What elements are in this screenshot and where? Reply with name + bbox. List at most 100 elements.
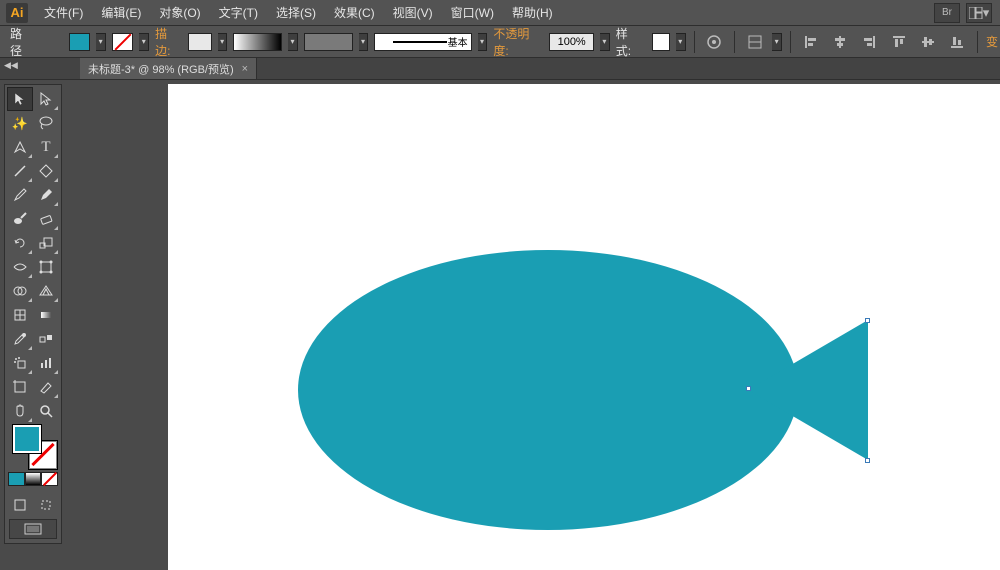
type-tool[interactable]: T [33,135,59,159]
panel-collapse-icon[interactable]: ◀◀ [4,60,18,71]
control-bar: 路径 ▾ ▾ 描边: ▾ ▾ ▾ 基本 ▾ 不透明度: 100%▾ 样式: ▾ … [0,26,1000,58]
path-anchor[interactable] [746,386,751,391]
column-graph-tool[interactable] [33,351,59,375]
transform-label[interactable]: 变 [986,33,1000,50]
scale-tool[interactable] [33,231,59,255]
align-right-icon[interactable] [858,31,881,53]
align-left-icon[interactable] [799,31,822,53]
graphic-style-swatch[interactable] [652,33,670,51]
selection-tool[interactable] [7,87,33,111]
blend-tool[interactable] [33,327,59,351]
gradient-tool[interactable] [33,303,59,327]
stroke-style[interactable] [304,33,353,51]
rotate-tool[interactable] [7,231,33,255]
color-mode-gradient[interactable] [25,472,42,486]
grid-icon [969,7,983,19]
symbol-sprayer-tool[interactable] [7,351,33,375]
menu-type[interactable]: 文字(T) [211,1,266,24]
menu-help[interactable]: 帮助(H) [504,1,561,24]
blob-brush-tool[interactable] [7,207,33,231]
align-bottom-icon[interactable] [946,31,969,53]
path-anchor[interactable] [865,458,870,463]
artboard-tool[interactable] [7,375,33,399]
stroke-swatch[interactable] [112,33,133,51]
stroke-profile-dropdown[interactable]: ▾ [288,33,298,51]
arrange-docs-button[interactable]: ▾ [966,3,992,23]
style-dropdown[interactable]: ▾ [676,33,686,51]
path-anchor[interactable] [865,318,870,323]
color-mode-row [7,471,59,487]
screen-mode-button[interactable] [9,519,57,539]
artboard[interactable] [168,84,1000,570]
align-top-icon[interactable] [887,31,910,53]
menu-bar: Ai 文件(F) 编辑(E) 对象(O) 文字(T) 选择(S) 效果(C) 视… [0,0,1000,26]
zoom-tool[interactable] [33,399,59,423]
menu-object[interactable]: 对象(O) [151,1,208,24]
menu-window[interactable]: 窗口(W) [443,1,502,24]
menu-effect[interactable]: 效果(C) [326,1,383,24]
brush-definition[interactable]: 基本 [374,33,471,51]
stroke-dropdown[interactable]: ▾ [139,33,149,51]
mesh-tool[interactable] [7,303,33,327]
pencil-tool[interactable] [33,183,59,207]
paintbrush-tool[interactable] [7,183,33,207]
opacity-dropdown[interactable]: ▾ [600,33,610,51]
brush-line-icon [393,41,453,43]
align-hcenter-icon[interactable] [828,31,851,53]
separator [977,31,978,53]
document-tab-title: 未标题-3* @ 98% (RGB/预览) [88,61,234,77]
rectangle-tool[interactable] [33,159,59,183]
stroke-label[interactable]: 描边: [155,25,182,59]
opacity-input[interactable]: 100% [549,33,594,51]
app-logo: Ai [6,3,28,23]
stroke-profile[interactable] [233,33,282,51]
shape-builder-tool[interactable] [7,279,33,303]
width-tool[interactable] [7,255,33,279]
document-tab[interactable]: 未标题-3* @ 98% (RGB/预览) × [80,58,257,79]
close-tab-button[interactable]: × [242,63,248,75]
fill-color-swatch[interactable] [13,425,41,453]
align-dropdown[interactable]: ▾ [772,33,782,51]
magic-wand-tool[interactable]: ✨ [7,111,33,135]
color-mode-none[interactable] [41,472,58,486]
work-area[interactable] [70,80,1000,570]
chevron-down-icon: ▾ [983,6,990,19]
brush-dropdown[interactable]: ▾ [478,33,488,51]
document-tab-strip: 未标题-3* @ 98% (RGB/预览) × [0,58,1000,80]
stroke-style-dropdown[interactable]: ▾ [359,33,369,51]
free-transform-tool[interactable] [33,255,59,279]
align-panel-icon[interactable] [743,31,766,53]
opacity-label[interactable]: 不透明度: [493,25,543,59]
fill-swatch[interactable] [69,33,90,51]
eraser-tool[interactable] [33,207,59,231]
draw-behind-icon[interactable] [33,493,59,517]
pen-tool[interactable] [7,135,33,159]
separator [694,31,695,53]
eyedropper-tool[interactable] [7,327,33,351]
fill-stroke-picker[interactable] [7,423,59,471]
stroke-weight-dropdown[interactable]: ▾ [218,33,228,51]
recolor-artwork-icon[interactable] [703,31,726,53]
menu-select[interactable]: 选择(S) [268,1,324,24]
align-vcenter-icon[interactable] [916,31,939,53]
lasso-tool[interactable] [33,111,59,135]
perspective-grid-tool[interactable] [33,279,59,303]
brush-label: 基本 [447,34,469,49]
menu-view[interactable]: 视图(V) [385,1,441,24]
color-mode-solid[interactable] [8,472,25,486]
bridge-button[interactable]: Br [934,3,960,23]
stroke-weight-input[interactable] [188,33,212,51]
ellipse-shape[interactable] [298,250,798,530]
menu-edit[interactable]: 编辑(E) [93,1,149,24]
style-label: 样式: [616,25,643,59]
line-segment-tool[interactable] [7,159,33,183]
menu-file[interactable]: 文件(F) [36,1,91,24]
slice-tool[interactable] [33,375,59,399]
app-root: Ai 文件(F) 编辑(E) 对象(O) 文字(T) 选择(S) 效果(C) 视… [0,0,1000,570]
direct-selection-tool[interactable] [33,87,59,111]
triangle-shape[interactable] [748,320,868,460]
fill-dropdown[interactable]: ▾ [96,33,106,51]
menu-right-group: Br ▾ [934,3,1000,23]
hand-tool[interactable] [7,399,33,423]
draw-normal-icon[interactable] [7,493,33,517]
